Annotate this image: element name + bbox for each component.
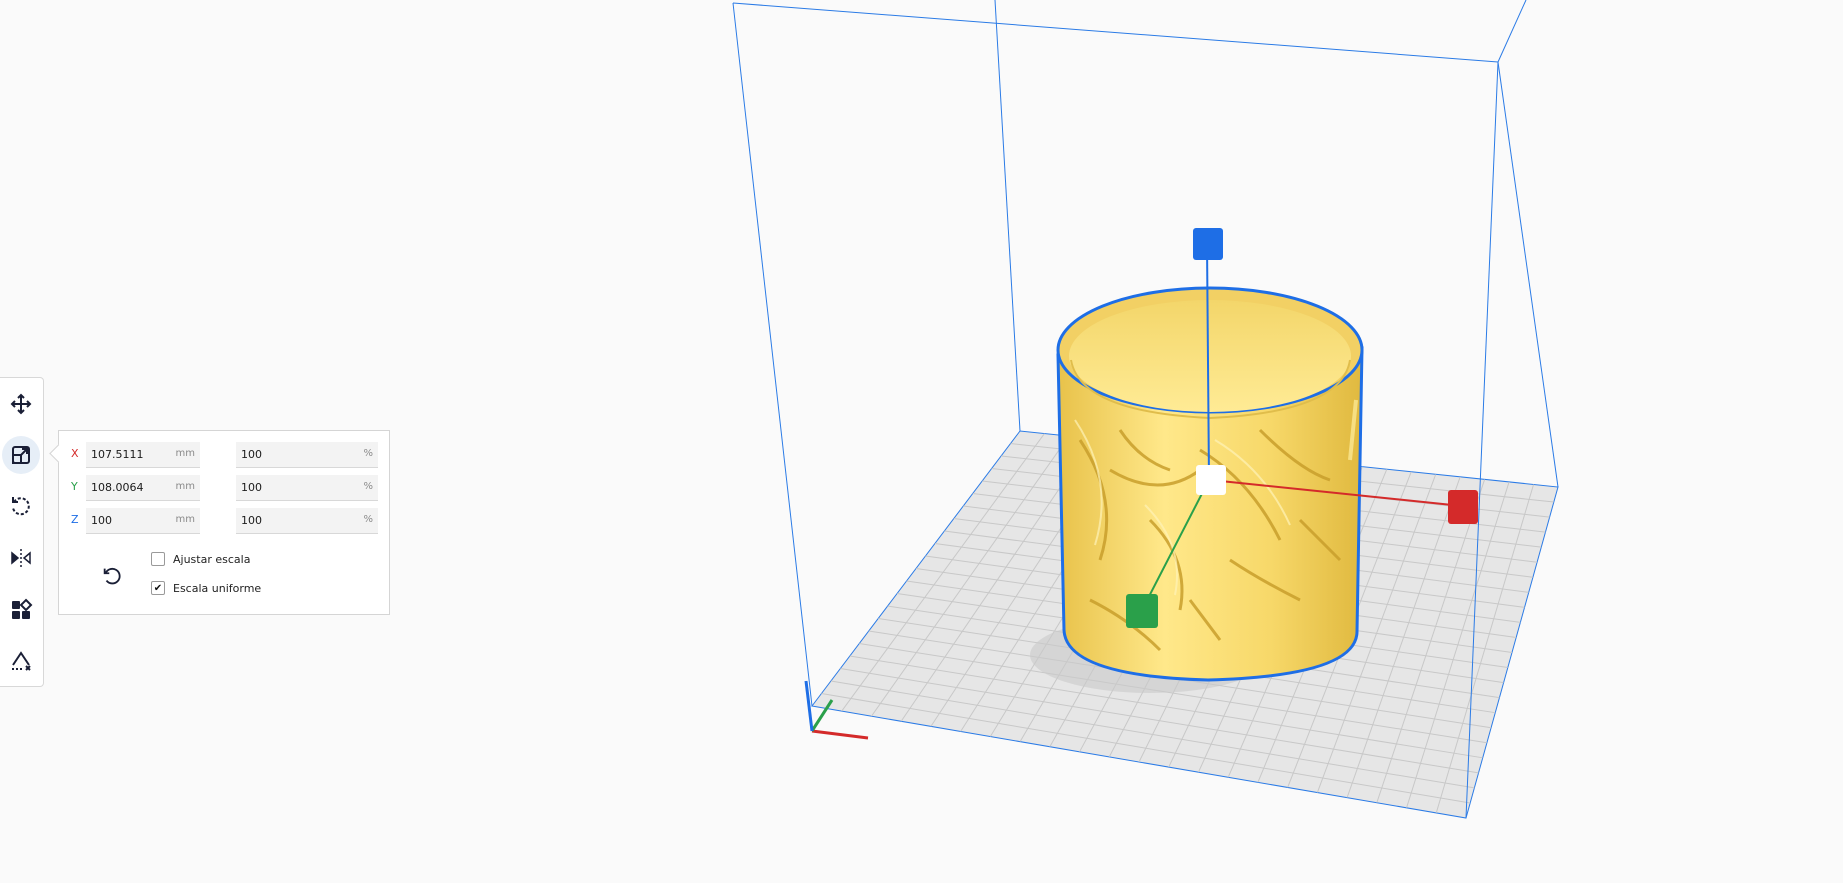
per-model-settings-icon: [12, 598, 33, 619]
scale-handle-x[interactable]: [1448, 490, 1478, 524]
scale-tool-button[interactable]: [2, 436, 40, 474]
scale-row-z: Z 100 mm 100 %: [59, 508, 389, 534]
width-percent-value: 100: [241, 448, 262, 461]
scale-handle-y[interactable]: [1126, 594, 1158, 628]
mirror-tool-button[interactable]: [2, 539, 40, 577]
height-percent-value: 100: [241, 514, 262, 527]
rotate-icon: [12, 497, 30, 516]
width-mm-value: 107.5111: [91, 448, 144, 461]
width-mm-field[interactable]: 107.5111 mm: [86, 442, 200, 468]
move-tool-button[interactable]: [2, 385, 40, 423]
rotate-tool-button[interactable]: [2, 487, 40, 525]
scale-row-x: X 107.5111 mm 100 %: [59, 442, 389, 468]
mm-unit: mm: [175, 481, 195, 492]
reset-scale-button[interactable]: [95, 559, 129, 593]
support-blocker-tool-button[interactable]: [2, 642, 40, 680]
uniform-scaling-option[interactable]: ✔ Escala uniforme: [151, 579, 261, 597]
percent-unit: %: [363, 448, 373, 459]
depth-mm-field[interactable]: 108.0064 mm: [86, 475, 200, 501]
uniform-scaling-label: Escala uniforme: [173, 581, 262, 595]
scale-handle-z[interactable]: [1193, 228, 1223, 260]
height-mm-field[interactable]: 100 mm: [86, 508, 200, 534]
axis-label-z: Z: [71, 513, 79, 526]
support-blocker-icon: [12, 651, 31, 671]
height-percent-field[interactable]: 100 %: [236, 508, 378, 534]
mm-unit: mm: [175, 514, 195, 525]
per-model-settings-tool-button[interactable]: [2, 591, 40, 629]
move-icon: [10, 393, 32, 415]
percent-unit: %: [363, 514, 373, 525]
snap-scaling-label: Ajustar escala: [173, 552, 251, 566]
axis-label-x: X: [71, 447, 79, 460]
width-percent-field[interactable]: 100 %: [236, 442, 378, 468]
scale-panel: X 107.5111 mm 100 % Y 108.0064 mm 100 % …: [58, 430, 390, 615]
depth-mm-value: 108.0064: [91, 481, 144, 494]
tool-sidebar: [0, 377, 44, 687]
snap-scaling-checkbox[interactable]: [151, 552, 165, 566]
mirror-icon: [11, 549, 31, 567]
scale-row-y: Y 108.0064 mm 100 %: [59, 475, 389, 501]
scale-handle-uniform[interactable]: [1196, 465, 1226, 495]
scale-icon: [12, 446, 30, 464]
axis-label-y: Y: [71, 480, 78, 493]
height-mm-value: 100: [91, 514, 112, 527]
checkmark-icon: ✔: [153, 582, 163, 594]
depth-percent-field[interactable]: 100 %: [236, 475, 378, 501]
reset-icon: [103, 567, 121, 585]
depth-percent-value: 100: [241, 481, 262, 494]
percent-unit: %: [363, 481, 373, 492]
uniform-scaling-checkbox[interactable]: ✔: [151, 581, 165, 595]
snap-scaling-option[interactable]: Ajustar escala: [151, 550, 250, 568]
mm-unit: mm: [175, 448, 195, 459]
